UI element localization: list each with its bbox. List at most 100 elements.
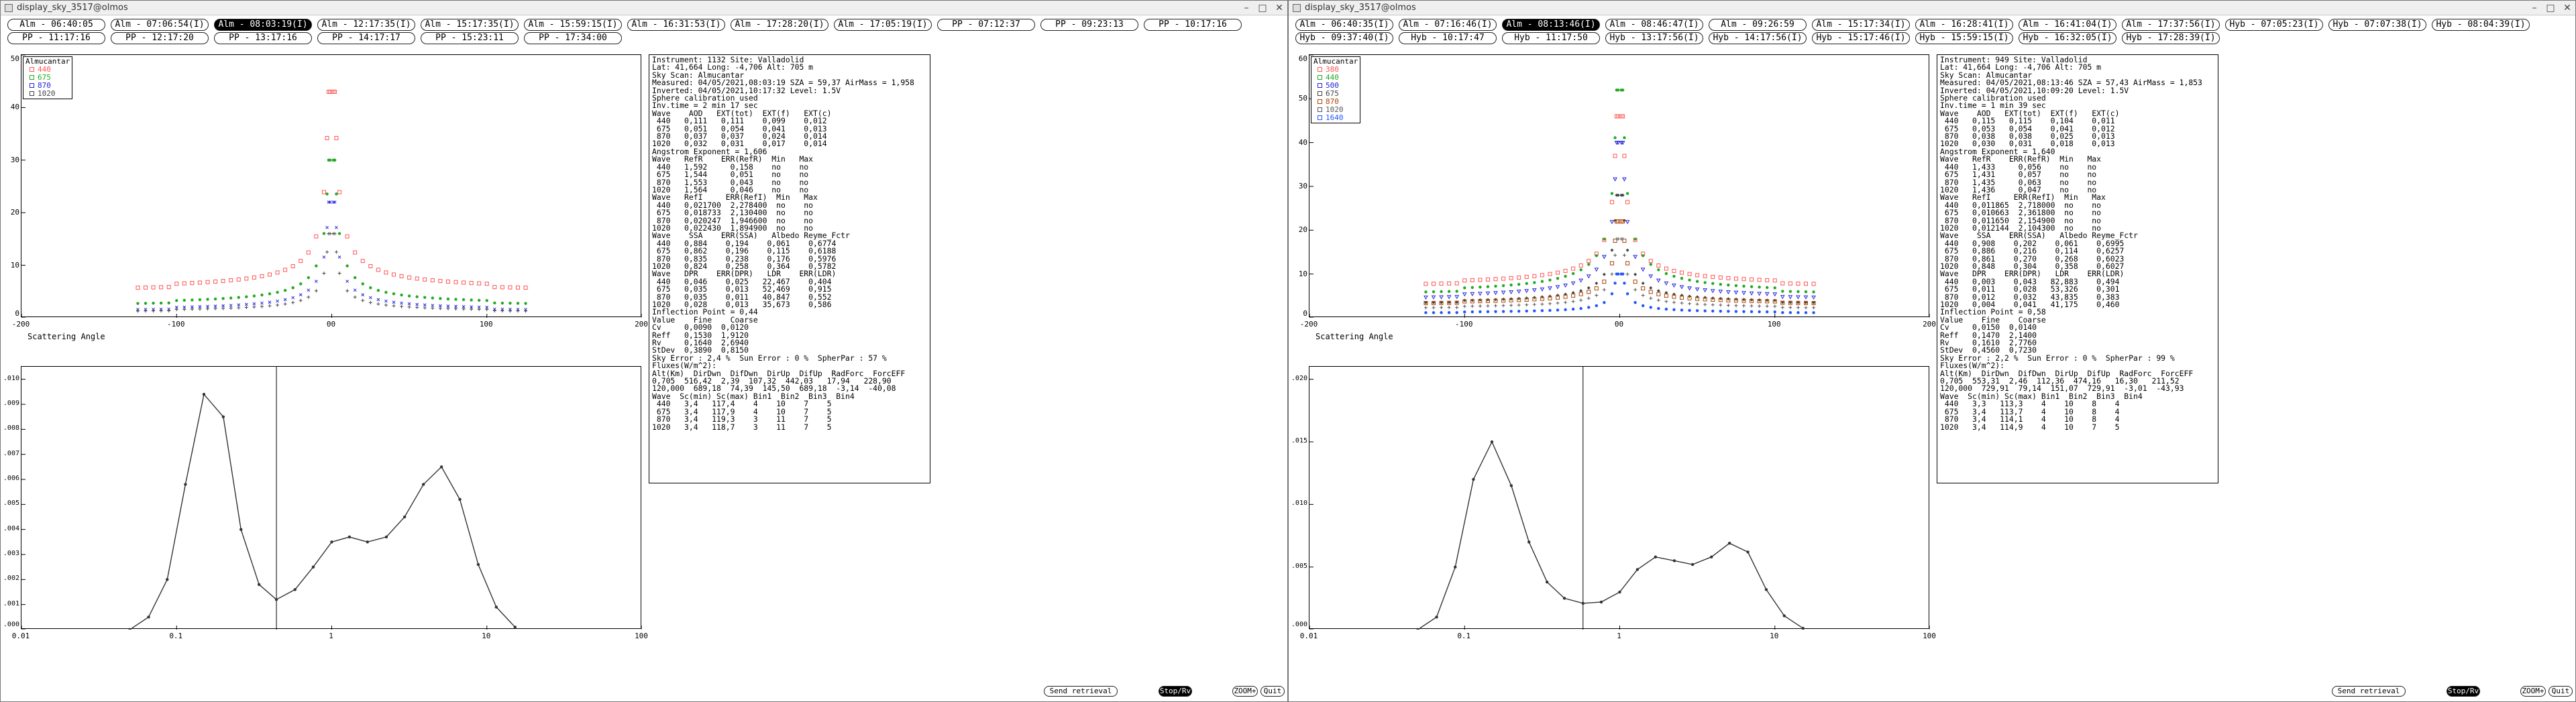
scan-tab[interactable]: Hyb - 13:17:56(I) <box>1605 32 1703 44</box>
scan-tab[interactable]: Alm - 09:26:59 <box>1709 19 1807 31</box>
sky-point <box>1509 310 1513 313</box>
sky-point <box>1703 309 1707 312</box>
sky-point <box>175 299 178 302</box>
scan-tab[interactable]: Alm - 15:59:15(I) <box>524 19 622 31</box>
scan-tab[interactable]: Alm - 15:17:35(I) <box>421 19 519 31</box>
scan-tab[interactable]: PP - 12:17:20 <box>111 32 209 44</box>
status-button[interactable]: Stop/Rv <box>2447 686 2480 697</box>
close-icon[interactable]: ✕ <box>1271 1 1288 15</box>
scan-tab[interactable]: PP - 15:23:11 <box>421 32 519 44</box>
sky-point <box>315 280 318 283</box>
status-button[interactable]: Stop/Rv <box>1159 686 1192 697</box>
sky-point <box>500 285 504 290</box>
sky-point <box>1479 310 1482 314</box>
sky-point <box>1664 293 1668 298</box>
scan-tab[interactable]: Alm - 07:16:46(I) <box>1399 19 1497 31</box>
sky-point <box>1494 304 1497 308</box>
scan-tab[interactable]: Alm - 16:41:04(I) <box>2019 19 2116 31</box>
sky-point <box>334 135 339 140</box>
sky-point <box>407 275 412 280</box>
sky-point <box>1641 286 1646 291</box>
sky-point <box>328 200 332 204</box>
scan-tab[interactable]: Alm - 16:28:41(I) <box>1915 19 2013 31</box>
sky-point <box>1727 310 1730 313</box>
sky-point <box>1719 282 1723 286</box>
sky-point <box>1587 296 1591 300</box>
scan-tab[interactable]: Alm - 08:46:47(I) <box>1605 19 1703 31</box>
scan-tab[interactable]: Hyb - 15:17:46(I) <box>1812 32 1910 44</box>
quit-button[interactable]: Quit <box>2548 686 2573 697</box>
sky-point <box>400 304 404 308</box>
scan-tab[interactable]: Alm - 15:17:34(I) <box>1812 19 1910 31</box>
scan-tab[interactable]: PP - 17:34:00 <box>524 32 622 44</box>
sky-point <box>1613 253 1617 257</box>
sky-point <box>376 302 380 306</box>
scan-tab[interactable]: Alm - 12:17:35(I) <box>317 19 415 31</box>
sky-point <box>1772 278 1777 283</box>
sky-x-tick-label: 00 <box>326 320 336 329</box>
scan-tab[interactable]: Hyb - 15:59:15(I) <box>1915 32 2013 44</box>
scan-tab[interactable]: Hyb - 14:17:56(I) <box>1709 32 1807 44</box>
sky-point <box>1478 304 1482 308</box>
sky-point <box>1672 292 1676 296</box>
sky-point <box>213 279 218 284</box>
scan-tab[interactable]: Alm - 17:05:19(I) <box>834 19 932 31</box>
quit-button[interactable]: Quit <box>1260 686 1285 697</box>
sky-point <box>423 306 427 310</box>
sky-point <box>1501 290 1506 295</box>
sky-point <box>1455 290 1458 293</box>
sky-point <box>1621 272 1625 276</box>
window-title: display_sky_3517@olmos <box>1305 3 1416 13</box>
scan-tab[interactable]: PP - 07:12:37 <box>937 19 1035 31</box>
scan-tab[interactable]: Hyb - 17:28:39(I) <box>2122 32 2220 44</box>
sky-point <box>1780 281 1785 286</box>
sky-point <box>1695 287 1700 292</box>
sky-point <box>1525 309 1528 313</box>
sky-point <box>1656 298 1660 302</box>
scan-tab[interactable]: Hyb - 07:05:23(I) <box>2225 19 2323 31</box>
sky-point <box>1680 301 1684 305</box>
scan-tab[interactable]: PP - 14:17:17 <box>317 32 415 44</box>
sky-point <box>423 303 427 307</box>
zoom-button[interactable]: ZOOM+ <box>1232 686 1258 697</box>
scan-tab[interactable]: PP - 13:17:16 <box>214 32 312 44</box>
minimize-icon[interactable]: – <box>2526 1 2543 15</box>
send-retrieval-button[interactable]: Send retrieval <box>2332 686 2406 697</box>
scan-tab[interactable]: Hyb - 10:17:47 <box>1399 32 1497 44</box>
scan-tab[interactable]: Alm - 08:13:46(I) <box>1502 19 1600 31</box>
sky-point <box>1672 274 1676 278</box>
send-retrieval-button[interactable]: Send retrieval <box>1044 686 1118 697</box>
scan-tab[interactable]: Alm - 17:28:20(I) <box>731 19 828 31</box>
close-icon[interactable]: ✕ <box>2559 1 2576 15</box>
scan-tab[interactable]: PP - 10:17:16 <box>1144 19 1242 31</box>
sky-point <box>1454 295 1460 300</box>
size-point <box>1454 565 1457 569</box>
sky-point <box>477 281 482 286</box>
legend-label: 1020 <box>38 89 56 98</box>
sky-y-tick-label: 10 <box>10 260 19 270</box>
scan-tab[interactable]: Hyb - 08:04:39(I) <box>2432 19 2530 31</box>
scan-tab[interactable]: Alm - 07:06:54(I) <box>111 19 209 31</box>
sky-point <box>1563 283 1568 288</box>
scan-tab[interactable]: Alm - 08:03:19(I) <box>214 19 312 31</box>
size-y-tick-label: .010 <box>3 374 19 382</box>
sky-point <box>1570 281 1576 286</box>
scan-tab[interactable]: Hyb - 09:37:40(I) <box>1295 32 1393 44</box>
scan-tab[interactable]: Alm - 16:31:53(I) <box>627 19 725 31</box>
sky-point <box>245 295 248 298</box>
maximize-icon[interactable]: □ <box>1254 1 1271 15</box>
sky-point <box>353 295 357 299</box>
scan-tab[interactable]: Alm - 17:37:56(I) <box>2122 19 2220 31</box>
scan-tab[interactable]: Hyb - 11:17:50 <box>1502 32 1600 44</box>
scan-tab[interactable]: PP - 09:23:13 <box>1040 19 1138 31</box>
zoom-button[interactable]: ZOOM+ <box>2520 686 2546 697</box>
sky-point <box>1564 274 1567 278</box>
scan-tab[interactable]: Hyb - 16:32:05(I) <box>2019 32 2116 44</box>
scan-tab[interactable]: Alm - 06:40:05 <box>7 19 105 31</box>
scan-tab[interactable]: Hyb - 07:07:38(I) <box>2328 19 2426 31</box>
minimize-icon[interactable]: – <box>1238 1 1255 15</box>
scan-tab[interactable]: Alm - 06:40:35(I) <box>1295 19 1393 31</box>
maximize-icon[interactable]: □ <box>2542 1 2559 15</box>
scan-tab[interactable]: PP - 11:17:16 <box>7 32 105 44</box>
sky-point <box>206 298 209 301</box>
